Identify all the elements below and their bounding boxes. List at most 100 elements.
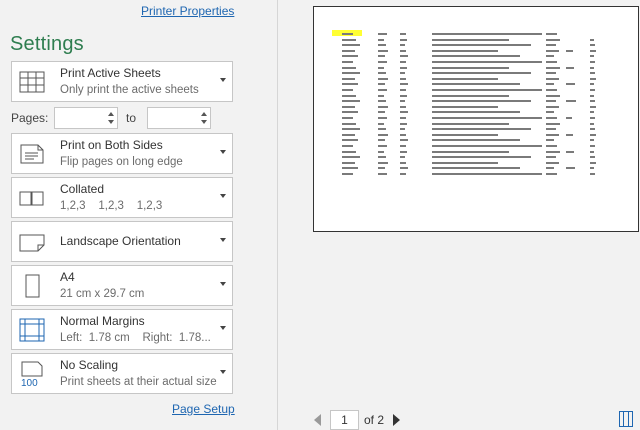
spin-down-icon[interactable] xyxy=(201,120,207,124)
page-count-label: of 2 xyxy=(364,413,385,427)
preview-text-cell xyxy=(400,133,407,136)
preview-text-cell xyxy=(432,44,531,47)
preview-text-cell xyxy=(590,111,595,114)
preview-text-cell xyxy=(566,49,573,52)
preview-text-cell xyxy=(342,167,359,170)
pages-range-row: Pages: to xyxy=(0,107,240,129)
preview-text-cell xyxy=(546,105,559,108)
next-page-icon[interactable] xyxy=(393,414,400,426)
preview-text-cell xyxy=(342,61,353,63)
preview-text-cell xyxy=(566,83,575,86)
show-margins-icon[interactable] xyxy=(619,411,633,427)
preview-text-cell xyxy=(590,167,595,170)
preview-text-cell xyxy=(432,83,520,86)
preview-text-cell xyxy=(590,94,594,97)
collation-dropdown[interactable]: Collated 1,2,3 1,2,3 1,2,3 xyxy=(11,177,233,218)
preview-text-cell xyxy=(546,117,558,119)
preview-text-cell xyxy=(432,173,542,175)
paper-size-dropdown[interactable]: A4 21 cm x 29.7 cm xyxy=(11,265,233,306)
orientation-dropdown[interactable]: Landscape Orientation xyxy=(11,221,233,262)
preview-text-cell xyxy=(342,94,357,97)
preview-text-cell xyxy=(546,38,560,41)
preview-text-cell xyxy=(342,117,353,119)
preview-text-cell xyxy=(432,150,509,153)
preview-text-cell xyxy=(400,117,406,119)
print-sides-dropdown[interactable]: Print on Both Sides Flip pages on long e… xyxy=(11,133,233,174)
preview-text-cell xyxy=(546,61,558,63)
preview-text-cell xyxy=(546,145,558,147)
preview-text-cell xyxy=(342,77,355,80)
preview-text-cell xyxy=(432,55,520,58)
pages-to-label: to xyxy=(126,111,137,125)
preview-text-cell xyxy=(546,72,556,75)
preview-text-cell xyxy=(400,167,408,170)
preview-text-cell xyxy=(342,49,355,52)
preview-text-cell xyxy=(590,139,595,142)
chevron-down-icon xyxy=(220,78,226,82)
preview-text-cell xyxy=(432,133,498,136)
preview-text-cell xyxy=(378,44,386,47)
preview-text-cell xyxy=(432,105,498,108)
preview-text-cell xyxy=(432,128,531,131)
preview-text-cell xyxy=(546,111,555,114)
preview-text-cell xyxy=(378,83,385,86)
preview-text-cell xyxy=(432,145,542,147)
previous-page-icon[interactable] xyxy=(314,414,321,426)
preview-text-cell xyxy=(400,161,407,164)
print-what-dropdown[interactable]: Print Active Sheets Only print the activ… xyxy=(11,61,233,102)
paper-size-title: A4 xyxy=(60,270,75,284)
spin-up-icon[interactable] xyxy=(108,112,114,116)
current-page-input[interactable]: 1 xyxy=(330,410,359,430)
preview-text-cell xyxy=(400,55,408,58)
spin-down-icon[interactable] xyxy=(108,120,114,124)
preview-text-cell xyxy=(342,139,359,142)
preview-text-cell xyxy=(378,66,384,69)
preview-text-cell xyxy=(342,111,359,114)
preview-text-cell xyxy=(546,173,558,175)
preview-text-cell xyxy=(590,173,596,175)
preview-text-cell xyxy=(546,55,555,58)
preview-text-cell xyxy=(546,94,560,97)
scaling-title: No Scaling xyxy=(60,358,119,372)
preview-text-cell xyxy=(378,167,385,170)
preview-text-cell xyxy=(590,61,596,63)
scaling-icon-label: 100 xyxy=(21,378,38,388)
preview-text-cell xyxy=(378,117,387,119)
preview-text-cell xyxy=(590,77,596,80)
preview-text-cell xyxy=(400,83,408,86)
preview-text-cell xyxy=(432,167,520,170)
preview-text-cell xyxy=(546,89,558,91)
preview-text-cell xyxy=(342,55,359,58)
preview-text-cell xyxy=(432,33,542,35)
page-setup-link[interactable]: Page Setup xyxy=(172,402,235,416)
preview-text-cell xyxy=(590,150,594,153)
preview-text-cell xyxy=(342,72,360,75)
preview-text-cell xyxy=(342,133,355,136)
print-what-subtitle: Only print the active sheets xyxy=(60,84,199,96)
preview-text-cell xyxy=(546,66,560,69)
preview-text-cell xyxy=(432,117,542,119)
preview-text-cell xyxy=(342,105,355,108)
chevron-down-icon xyxy=(220,194,226,198)
preview-text-cell xyxy=(590,44,595,47)
printer-properties-link[interactable]: Printer Properties xyxy=(141,4,234,18)
preview-text-cell xyxy=(342,161,355,164)
preview-text-cell xyxy=(546,44,556,47)
preview-text-cell xyxy=(590,38,594,41)
pages-from-spinner[interactable] xyxy=(54,107,118,129)
margins-dropdown[interactable]: Normal Margins Left: 1.78 cm Right: 1.78… xyxy=(11,309,233,350)
preview-text-cell xyxy=(590,156,595,159)
preview-text-cell xyxy=(342,100,360,103)
preview-text-cell xyxy=(566,150,574,153)
preview-text-cell xyxy=(378,161,388,164)
preview-text-cell xyxy=(378,94,384,97)
spin-up-icon[interactable] xyxy=(201,112,207,116)
preview-text-cell xyxy=(378,61,387,63)
preview-text-cell xyxy=(378,100,386,103)
scaling-dropdown[interactable]: 100 No Scaling Print sheets at their act… xyxy=(11,353,233,394)
pages-to-spinner[interactable] xyxy=(147,107,211,129)
preview-text-cell xyxy=(566,167,575,170)
preview-text-cell xyxy=(400,61,406,63)
preview-text-cell xyxy=(546,167,555,170)
margins-icon xyxy=(19,318,45,342)
